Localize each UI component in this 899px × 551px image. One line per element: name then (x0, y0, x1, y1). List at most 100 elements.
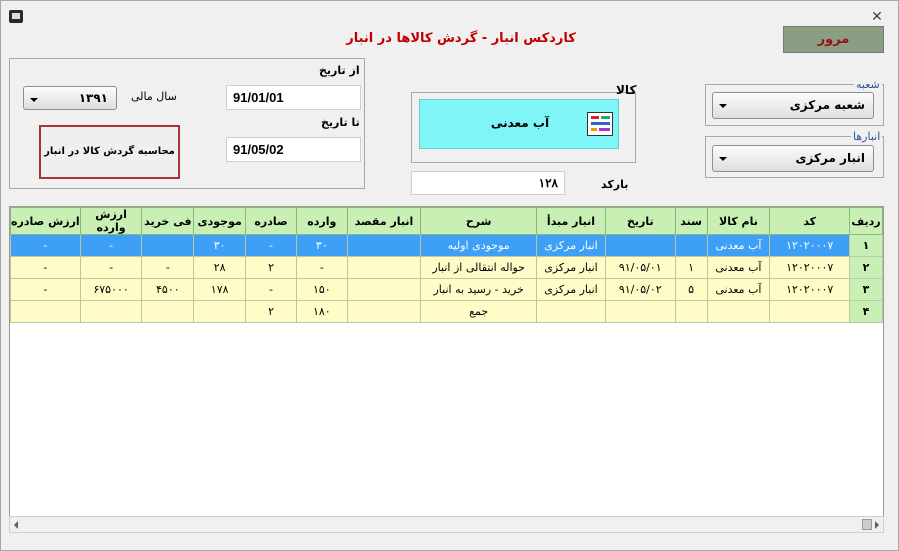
table-cell[interactable] (10, 300, 81, 323)
branch-select[interactable]: شعبه مرکزی (712, 92, 874, 119)
table-cell[interactable]: ۴۵۰۰ (141, 278, 195, 301)
table-cell[interactable] (706, 300, 771, 323)
table-cell[interactable] (674, 234, 708, 257)
table-cell[interactable]: ۴ (849, 300, 883, 323)
col-header-document[interactable]: سند (674, 207, 708, 235)
scroll-right-icon[interactable] (875, 521, 879, 529)
table-cell[interactable]: ۶۷۵۰۰۰ (79, 278, 143, 301)
col-header-goods-name[interactable]: نام کالا (706, 207, 771, 235)
table-cell[interactable]: ۵ (674, 278, 708, 301)
scroll-left-icon[interactable] (14, 521, 18, 529)
table-cell[interactable]: حواله انتقالی از انبار (420, 256, 538, 279)
col-header-row-number[interactable]: ردیف (849, 207, 883, 235)
branch-value: شعبه مرکزی (789, 98, 865, 112)
table-cell[interactable]: موجودی اولیه (420, 234, 538, 257)
col-header-outgoing[interactable]: صادره (245, 207, 297, 235)
goods-label: کالا (616, 83, 637, 97)
warehouse-group-title: انبارها (851, 130, 883, 143)
table-cell[interactable]: ۳ (849, 278, 883, 301)
table-cell[interactable]: انبار مرکزی (536, 234, 606, 257)
goods-display[interactable]: آب معدنی (419, 99, 619, 149)
table-cell[interactable] (346, 256, 422, 279)
table-cell[interactable]: - (295, 256, 348, 279)
table-cell[interactable]: ۲۸ (193, 256, 247, 279)
chevron-down-icon (30, 98, 38, 102)
table-row-total[interactable]: ۴ جمع ۱۸۰ ۲ (10, 300, 883, 323)
browse-button[interactable]: مرور (783, 26, 884, 53)
table-row[interactable]: ۳ ۱۲۰۲۰۰۰۷ آب معدنی ۵ ۹۱/۰۵/۰۲ انبار مرک… (10, 278, 883, 301)
table-cell[interactable]: آب معدنی (706, 234, 771, 257)
table-cell[interactable]: - (79, 234, 143, 257)
col-header-incoming[interactable]: وارده (295, 207, 348, 235)
col-header-date[interactable]: تاریخ (604, 207, 676, 235)
table-cell[interactable] (79, 300, 143, 323)
table-cell[interactable] (141, 300, 195, 323)
fiscal-year-select[interactable]: ۱۳۹۱ (23, 86, 117, 110)
table-cell[interactable]: آب معدنی (706, 256, 771, 279)
horizontal-scrollbar[interactable] (9, 516, 884, 533)
app-icon (9, 10, 23, 23)
calculate-goods-flow-button[interactable]: محاسبه گردش کالا در انبار (39, 125, 180, 179)
table-cell[interactable]: ۱۲۰۲۰۰۰۷ (769, 278, 851, 301)
table-cell[interactable] (604, 234, 676, 257)
table-row[interactable]: ۲ ۱۲۰۲۰۰۰۷ آب معدنی ۱ ۹۱/۰۵/۰۱ انبار مرک… (10, 256, 883, 279)
table-cell[interactable]: جمع (420, 300, 538, 323)
table-cell[interactable]: ۹۱/۰۵/۰۲ (604, 278, 676, 301)
table-cell[interactable]: ۲ (849, 256, 883, 279)
table-cell[interactable] (674, 300, 708, 323)
table-cell[interactable] (346, 234, 422, 257)
col-header-source-warehouse[interactable]: انبار مبدأ (536, 207, 606, 235)
table-cell[interactable] (604, 300, 676, 323)
close-button[interactable]: ✕ (866, 10, 888, 25)
table-cell[interactable]: انبار مرکزی (536, 256, 606, 279)
table-cell[interactable]: - (10, 234, 81, 257)
table-cell[interactable]: ۱۲۰۲۰۰۰۷ (769, 256, 851, 279)
table-cell[interactable]: آب معدنی (706, 278, 771, 301)
table-cell[interactable]: ۱۲۰۲۰۰۰۷ (769, 234, 851, 257)
fiscal-year-value: ۱۳۹۱ (78, 91, 108, 105)
col-header-code[interactable]: کد (769, 207, 851, 235)
table-cell[interactable]: - (10, 256, 81, 279)
table-cell[interactable]: - (141, 256, 195, 279)
col-header-destination-warehouse[interactable]: انبار مقصد (346, 207, 422, 235)
barcode-field[interactable]: ۱۲۸ (411, 171, 565, 195)
table-cell[interactable]: ۳۰ (295, 234, 348, 257)
scroll-thumb[interactable] (862, 519, 872, 530)
table-cell[interactable] (141, 234, 195, 257)
table-cell[interactable] (346, 278, 422, 301)
table-header-row: ردیف کد نام کالا سند تاریخ انبار مبدأ شر… (10, 207, 883, 235)
table-row[interactable]: ۱ ۱۲۰۲۰۰۰۷ آب معدنی انبار مرکزی موجودی ا… (10, 234, 883, 257)
col-header-incoming-value[interactable]: ارزش وارده (79, 207, 143, 235)
table-cell[interactable]: ۳۰ (193, 234, 247, 257)
goods-icon[interactable] (587, 112, 613, 136)
table-cell[interactable]: ۲ (245, 300, 297, 323)
table-cell[interactable]: - (10, 278, 81, 301)
table-cell[interactable]: ۱۷۸ (193, 278, 247, 301)
from-date-field[interactable]: 91/01/01 (226, 85, 361, 110)
table-cell[interactable]: ۱۸۰ (295, 300, 348, 323)
table-cell[interactable] (536, 300, 606, 323)
table-cell[interactable]: ۱ (849, 234, 883, 257)
to-date-field[interactable]: 91/05/02 (226, 137, 361, 162)
form-title: کاردکس انبار - گردش کالاها در انبار (346, 31, 576, 46)
table-cell[interactable] (193, 300, 247, 323)
table-cell[interactable]: ۹۱/۰۵/۰۱ (604, 256, 676, 279)
table-cell[interactable]: - (245, 234, 297, 257)
col-header-outgoing-value[interactable]: ارزش صادره (10, 207, 81, 235)
col-header-unit-price[interactable]: فی خرید (141, 207, 195, 235)
from-date-label: از تاریخ (319, 64, 360, 77)
table-cell[interactable]: - (245, 278, 297, 301)
col-header-stock[interactable]: موجودی (193, 207, 247, 235)
table-cell[interactable]: خرید - رسید به انبار (420, 278, 538, 301)
kardex-grid[interactable]: ردیف کد نام کالا سند تاریخ انبار مبدأ شر… (9, 206, 884, 533)
table-cell[interactable]: ۲ (245, 256, 297, 279)
table-cell[interactable]: ۱۵۰ (295, 278, 348, 301)
table-cell[interactable] (346, 300, 422, 323)
table-cell[interactable]: ۱ (674, 256, 708, 279)
table-cell[interactable] (769, 300, 851, 323)
col-header-description[interactable]: شرح (420, 207, 538, 235)
table-cell[interactable]: - (79, 256, 143, 279)
chevron-down-icon (719, 104, 727, 108)
table-cell[interactable]: انبار مرکزی (536, 278, 606, 301)
warehouse-select[interactable]: انبار مرکزی (712, 145, 874, 172)
